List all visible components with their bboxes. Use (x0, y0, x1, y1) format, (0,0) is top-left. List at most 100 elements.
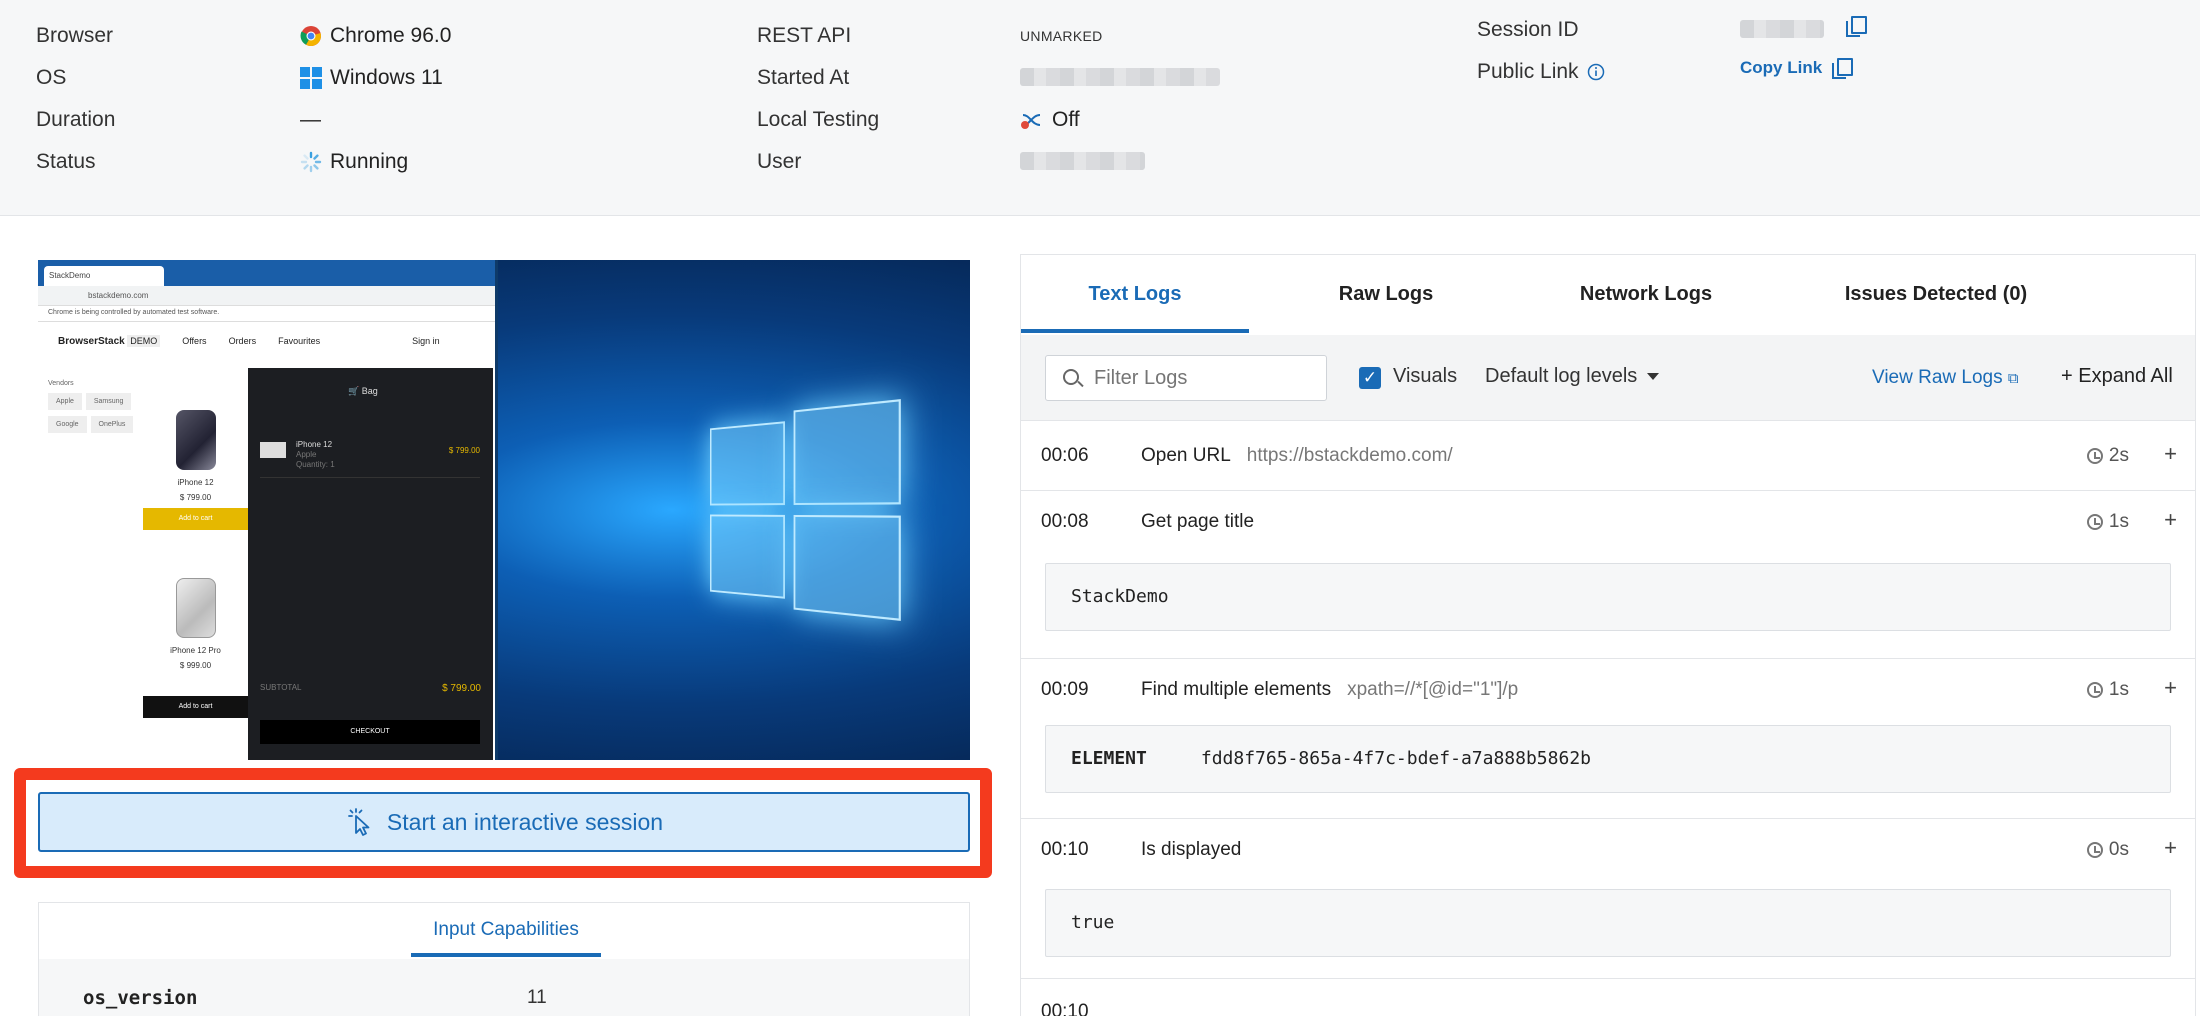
status-label: Status (36, 150, 96, 173)
browser-label: Browser (36, 24, 114, 47)
log-time: 00:09 (1041, 679, 1089, 700)
log-time: 00:10 (1041, 839, 1089, 860)
tab-issues-detected[interactable]: Issues Detected (0) (1761, 255, 2111, 333)
product-price: $ 999.00 (179, 661, 212, 670)
tab-raw-logs[interactable]: Raw Logs (1271, 255, 1501, 333)
bag-item-price: $ 799.00 (448, 446, 480, 455)
rest-api-value: UNMARKED (1020, 28, 1103, 44)
log-entry[interactable]: 00:06 Open URL https://bstackdemo.com/ 2s… (1021, 421, 2195, 491)
log-levels-dropdown[interactable]: Default log levels (1485, 365, 1660, 388)
log-command-name: Get page title (1141, 511, 1255, 532)
add-to-cart-button: Add to cart (143, 508, 248, 530)
product-price: $ 799.00 (179, 493, 212, 502)
status-value: Running (300, 150, 408, 174)
site-nav: BrowserStack DEMO Offers Orders Favourit… (38, 322, 495, 360)
log-entry[interactable]: 00:10 Is displayed 0s + true (1021, 819, 2195, 979)
vendor-filter: Vendors Apple Samsung Google OnePlus (48, 380, 138, 433)
log-command: Get page title (1141, 511, 1254, 533)
tab-network-logs[interactable]: Network Logs (1521, 255, 1771, 333)
log-duration: 1s (2086, 679, 2129, 701)
add-to-cart-button: Add to cart (143, 696, 248, 718)
nav-orders: Orders (228, 336, 257, 346)
session-id-redacted (1740, 20, 1824, 38)
external-link-icon: ⧉ (2007, 370, 2019, 387)
nav-offers: Offers (182, 336, 207, 346)
log-levels-label: Default log levels (1485, 365, 1638, 387)
site-logo: BrowserStack (58, 335, 125, 347)
vendor-chip: OnePlus (90, 416, 134, 433)
duration-value: — (300, 108, 321, 131)
os-version: Windows 11 (330, 66, 443, 89)
phone-image (175, 578, 216, 638)
started-at-label: Started At (757, 66, 850, 89)
log-command: Is displayed (1141, 839, 1241, 861)
log-output-key: ELEMENT (1071, 748, 1147, 769)
log-time: 00:08 (1041, 511, 1089, 532)
phone-image (175, 410, 216, 470)
expand-entry-icon[interactable]: + (2164, 507, 2177, 533)
clock-icon (2086, 448, 2103, 464)
address-bar: bstackdemo.com (38, 286, 495, 306)
log-duration: 1s (2086, 511, 2129, 533)
expand-entry-icon[interactable]: + (2164, 441, 2177, 467)
local-testing-off-icon (1021, 114, 1041, 129)
expand-entry-icon[interactable]: + (2164, 675, 2177, 701)
log-command-name: Find multiple elements (1141, 679, 1332, 700)
session-id-label: Session ID (1477, 18, 1579, 41)
tab-text-logs[interactable]: Text Logs (1021, 255, 1249, 333)
log-duration: 0s (2086, 839, 2129, 861)
logs-panel: Text Logs Raw Logs Network Logs Issues D… (1020, 254, 2196, 1016)
clock-icon (2086, 842, 2103, 858)
status-text: Running (330, 150, 409, 173)
logs-toolbar: ✓ Visuals Default log levels View Raw Lo… (1021, 335, 2195, 421)
shopping-bag-panel: 🛒 Bag iPhone 12 Apple Quantity: 1 $ 799.… (248, 368, 493, 760)
site-logo-badge: DEMO (127, 334, 161, 347)
vendors-label: Vendors (48, 380, 74, 387)
subtotal-value: $ 799.00 (442, 683, 481, 694)
pointer-click-icon (348, 808, 370, 836)
capabilities-table: os_version 11 (39, 959, 969, 1016)
log-duration-value: 2s (2108, 445, 2129, 466)
vendor-chip: Apple (48, 393, 82, 410)
view-raw-logs-link[interactable]: View Raw Logs ⧉ (1872, 367, 2019, 389)
info-icon[interactable] (1587, 63, 1605, 81)
start-interactive-session-button[interactable]: Start an interactive session (38, 792, 970, 852)
copy-session-id-icon[interactable] (1846, 16, 1867, 37)
input-capabilities-panel: Input Capabilities os_version 11 (38, 902, 970, 1016)
user-label: User (757, 150, 802, 173)
spinner-icon (300, 151, 322, 173)
copy-link-button[interactable]: Copy Link (1740, 58, 1854, 79)
visuals-checkbox[interactable]: ✓ (1359, 367, 1381, 389)
browser-tab: StackDemo (44, 266, 164, 286)
bag-item-name: iPhone 12 (296, 440, 333, 449)
log-duration-value: 0s (2108, 839, 2129, 860)
expand-all-label: Expand All (2078, 365, 2173, 387)
local-testing-value: Off (1020, 108, 1080, 132)
log-output: StackDemo (1045, 563, 2171, 631)
log-command-arg: xpath=//*[@id="1"]/p (1347, 679, 1519, 700)
expand-entry-icon[interactable]: + (2164, 835, 2177, 861)
bag-title: Bag (361, 386, 378, 396)
start-interactive-session-label: Start an interactive session (386, 808, 664, 835)
search-icon (1063, 369, 1079, 385)
log-entry[interactable]: 00:09 Find multiple elements xpath=//*[@i… (1021, 659, 2195, 819)
bag-item-quantity: Quantity: 1 (296, 460, 335, 469)
session-info-panel: Browser Chrome 96.0 OS Windows 11 Durati… (0, 0, 2200, 216)
product-name: iPhone 12 Pro (170, 646, 221, 655)
os-value: Windows 11 (300, 66, 443, 90)
product-name: iPhone 12 (177, 478, 214, 487)
filter-logs-input[interactable] (1045, 355, 1327, 401)
copy-icon (1832, 58, 1854, 79)
local-testing-text: Off (1052, 108, 1080, 131)
os-label: OS (36, 66, 67, 89)
log-command-name: Open URL (1141, 445, 1231, 466)
log-entry[interactable]: 00:10 (1021, 979, 2195, 1016)
started-at-redacted (1020, 68, 1220, 86)
log-entry[interactable]: 00:08 Get page title 1s + StackDemo (1021, 491, 2195, 659)
expand-all-button[interactable]: + Expand All (2061, 365, 2173, 388)
log-duration: 2s (2086, 445, 2129, 467)
log-output: true (1045, 889, 2171, 957)
subtotal-label: SUBTOTAL (260, 683, 302, 692)
duration-label: Duration (36, 108, 116, 131)
tab-input-capabilities[interactable]: Input Capabilities (411, 903, 601, 957)
